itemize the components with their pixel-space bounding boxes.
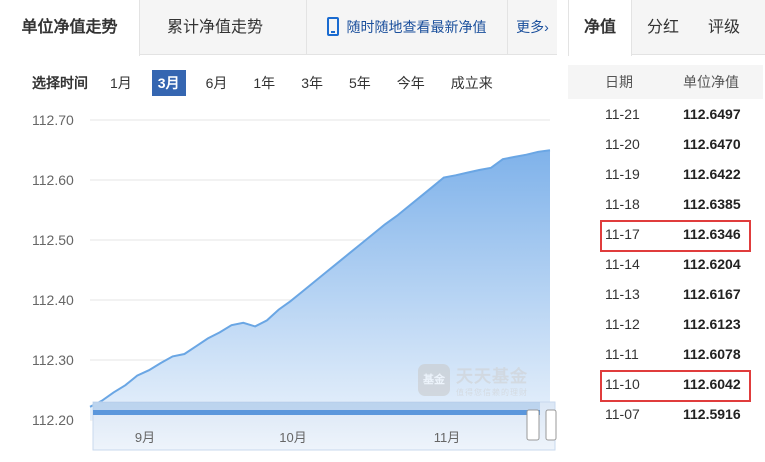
table-row: 11-21 112.6497	[588, 99, 763, 129]
row-unit-nav: 112.6470	[683, 136, 741, 152]
row-unit-nav: 112.6078	[683, 346, 741, 362]
range-option-5y[interactable]: 5年	[343, 70, 377, 96]
range-option-since-inception[interactable]: 成立来	[445, 70, 499, 96]
row-date: 11-18	[605, 196, 640, 212]
navigator-handle-left[interactable]	[526, 409, 540, 441]
chevron-right-icon: ›	[544, 19, 549, 35]
range-option-3m[interactable]: 3月	[151, 70, 186, 96]
row-date: 11-13	[605, 286, 640, 302]
navigator-series	[93, 410, 540, 415]
table-header: 日期 单位净值	[568, 65, 763, 99]
more-link[interactable]: 更多›	[507, 0, 557, 55]
nav-history-panel: 净值 分红 评级 日期 单位净值 11-21 112.6497 11-20 112.6…	[568, 0, 765, 462]
more-label: 更多	[516, 19, 545, 35]
table-row: 11-19 112.6422	[588, 159, 763, 189]
app-promo-link[interactable]: 随时随地查看最新净值	[306, 0, 506, 55]
row-unit-nav: 112.6204	[683, 256, 741, 272]
range-navigator[interactable]: 9月 10月 11月	[92, 401, 557, 451]
range-option-6m[interactable]: 6月	[200, 70, 234, 96]
table-row: 11-14 112.6204	[588, 249, 763, 279]
range-option-1y[interactable]: 1年	[247, 70, 281, 96]
row-unit-nav: 112.6123	[683, 316, 741, 332]
row-date: 11-20	[605, 136, 640, 152]
row-date: 11-21	[605, 106, 640, 122]
y-axis-labels: 112.70 112.60 112.50 112.40 112.30 112.20	[32, 112, 74, 428]
range-option-1m[interactable]: 1月	[104, 70, 138, 96]
row-date: 11-07	[605, 406, 640, 422]
tab-nav[interactable]: 净值	[568, 0, 632, 56]
tab-unit-nav[interactable]: 单位净值走势	[0, 0, 140, 56]
table-row: 11-17 112.6346	[588, 219, 763, 252]
y-tick-label: 112.50	[32, 232, 74, 248]
y-tick-label: 112.20	[32, 412, 74, 428]
y-tick-label: 112.70	[32, 112, 74, 128]
app-promo-label: 随时随地查看最新净值	[346, 19, 487, 35]
navigator-month-label: 10月	[279, 430, 306, 445]
range-option-ytd[interactable]: 今年	[391, 70, 431, 96]
time-range-label: 选择时间	[32, 75, 88, 91]
row-date: 11-17	[605, 226, 640, 242]
brand-logo-icon: 基金	[418, 364, 450, 396]
table-row: 11-18 112.6385	[588, 189, 763, 219]
row-unit-nav: 112.6497	[683, 106, 741, 122]
watermark-title: 天天基金	[456, 367, 528, 386]
time-range-selector: 选择时间 1月 3月 6月 1年 3年 5年 今年 成立来	[32, 70, 513, 96]
tab-cumulative-nav[interactable]: 累计净值走势	[140, 0, 290, 55]
row-date: 11-10	[605, 376, 640, 392]
navigator-month-label: 11月	[434, 430, 461, 445]
header-date: 日期	[605, 74, 633, 90]
tab-dividend[interactable]: 分红	[632, 0, 694, 55]
row-unit-nav: 112.6422	[683, 166, 741, 182]
history-tab-bar: 净值 分红 评级	[568, 0, 765, 56]
tab-rating[interactable]: 评级	[694, 0, 754, 55]
table-row: 11-13 112.6167	[588, 279, 763, 309]
table-row: 11-20 112.6470	[588, 129, 763, 159]
table-row: 11-07 112.5916	[588, 399, 763, 429]
nav-history-table: 日期 单位净值 11-21 112.6497 11-20 112.6470 11-19 1…	[568, 65, 763, 429]
row-date: 11-19	[605, 166, 640, 182]
watermark-subtitle: 值得您信赖的理财	[456, 388, 528, 397]
table-row: 11-10 112.6042	[588, 369, 763, 402]
nav-area-chart: 112.70 112.60 112.50 112.40 112.30 112.20 9月 1…	[32, 112, 557, 451]
row-date: 11-11	[605, 346, 639, 362]
header-unit-nav: 单位净值	[683, 74, 739, 90]
brand-watermark: 基金 天天基金 值得您信赖的理财	[418, 362, 528, 398]
table-row: 11-11 112.6078	[588, 339, 763, 369]
navigator-handle-right[interactable]	[545, 409, 557, 441]
table-row: 11-12 112.6123	[588, 309, 763, 339]
row-date: 11-14	[605, 256, 640, 272]
row-date: 11-12	[605, 316, 640, 332]
range-option-3y[interactable]: 3年	[295, 70, 329, 96]
row-unit-nav: 112.6042	[683, 376, 741, 392]
phone-icon	[326, 17, 339, 36]
y-tick-label: 112.40	[32, 292, 74, 308]
y-tick-label: 112.30	[32, 352, 74, 368]
navigator-month-label: 9月	[135, 430, 155, 445]
row-unit-nav: 112.6167	[683, 286, 741, 302]
row-unit-nav: 112.6385	[683, 196, 741, 212]
row-unit-nav: 112.5916	[683, 406, 741, 422]
y-tick-label: 112.60	[32, 172, 74, 188]
row-unit-nav: 112.6346	[683, 226, 741, 242]
navigator-mask	[93, 402, 540, 410]
chart-tab-bar: 单位净值走势 累计净值走势 随时随地查看最新净值 更多›	[0, 0, 557, 56]
nav-chart-panel: 单位净值走势 累计净值走势 随时随地查看最新净值 更多› 选择时间 1月 3月 …	[0, 0, 557, 462]
